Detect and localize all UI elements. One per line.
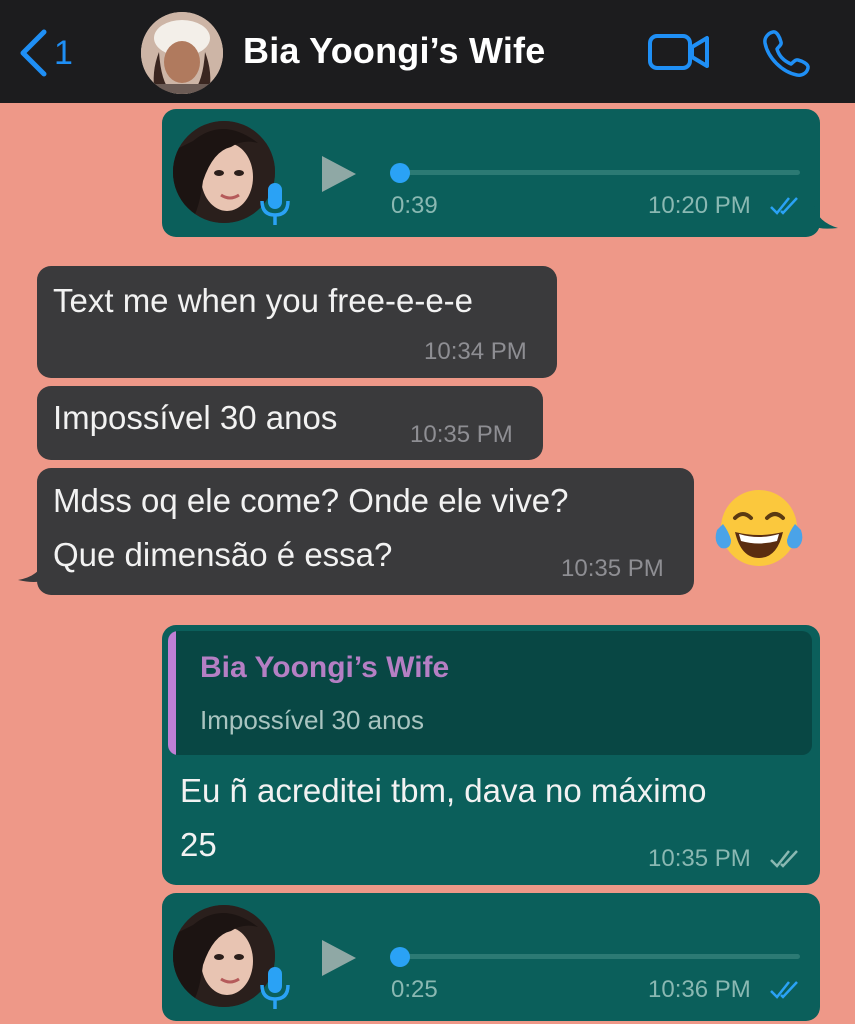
read-receipt-icon	[770, 197, 798, 215]
contact-name[interactable]: Bia Yoongi’s Wife	[243, 30, 545, 72]
audio-progress-track[interactable]	[400, 954, 800, 959]
incoming-message-bubble[interactable]: Text me when you free-e-e-e 10:34 PM	[37, 266, 557, 378]
reaction-emoji[interactable]	[715, 486, 803, 575]
quoted-author: Bia Yoongi’s Wife	[200, 651, 450, 684]
bubble-tail	[814, 206, 838, 229]
message-time: 10:35 PM	[561, 555, 664, 582]
message-text: Impossível 30 anos	[53, 399, 338, 436]
microphone-icon	[260, 183, 290, 225]
read-receipt-icon	[770, 981, 798, 999]
chat-header: 1 Bia Yoongi’s Wife	[0, 0, 855, 103]
message-time: 10:20 PM	[648, 192, 751, 219]
message-time: 10:35 PM	[410, 421, 513, 448]
microphone-icon	[260, 967, 290, 1009]
play-icon[interactable]	[320, 154, 358, 194]
message-text-line-1: Mdss oq ele come? Onde ele vive?	[53, 482, 569, 519]
quoted-message[interactable]: Bia Yoongi’s Wife Impossível 30 anos	[168, 631, 812, 755]
message-text-line-1: Eu ñ acreditei tbm, dava no máximo	[180, 772, 707, 809]
message-text: Text me when you free-e-e-e	[53, 282, 474, 319]
message-time: 10:35 PM	[648, 845, 751, 872]
voice-message-bubble[interactable]: 0:39 10:20 PM	[162, 109, 820, 237]
incoming-message-bubble[interactable]: Mdss oq ele come? Onde ele vive? Que dim…	[37, 468, 694, 595]
message-time: 10:36 PM	[648, 976, 751, 1003]
quote-accent-bar	[168, 631, 176, 755]
contact-photo	[141, 12, 223, 94]
play-icon[interactable]	[320, 938, 358, 978]
chevron-left-icon	[20, 29, 47, 77]
voice-duration: 0:39	[391, 192, 438, 219]
phone-call-icon[interactable]	[762, 28, 812, 78]
delivered-receipt-icon	[770, 850, 798, 868]
back-button[interactable]: 1	[18, 28, 73, 78]
voice-duration: 0:25	[391, 976, 438, 1003]
audio-progress-knob[interactable]	[390, 163, 410, 183]
video-call-icon[interactable]	[648, 32, 710, 72]
tears-of-joy-icon	[715, 490, 803, 566]
incoming-message-bubble[interactable]: Impossível 30 anos 10:35 PM	[37, 386, 543, 460]
message-text-line-2: 25	[180, 826, 217, 863]
audio-progress-track[interactable]	[400, 170, 800, 175]
audio-progress-knob[interactable]	[390, 947, 410, 967]
contact-avatar[interactable]	[141, 12, 223, 94]
reply-message-bubble[interactable]: Bia Yoongi’s Wife Impossível 30 anos Eu …	[162, 625, 820, 885]
voice-message-bubble[interactable]: 0:25 10:36 PM	[162, 893, 820, 1021]
bubble-tail	[18, 560, 44, 582]
message-text-line-2: Que dimensão é essa?	[53, 536, 393, 573]
unread-count: 1	[54, 33, 73, 72]
message-time: 10:34 PM	[424, 338, 527, 365]
quoted-text: Impossível 30 anos	[200, 705, 425, 735]
